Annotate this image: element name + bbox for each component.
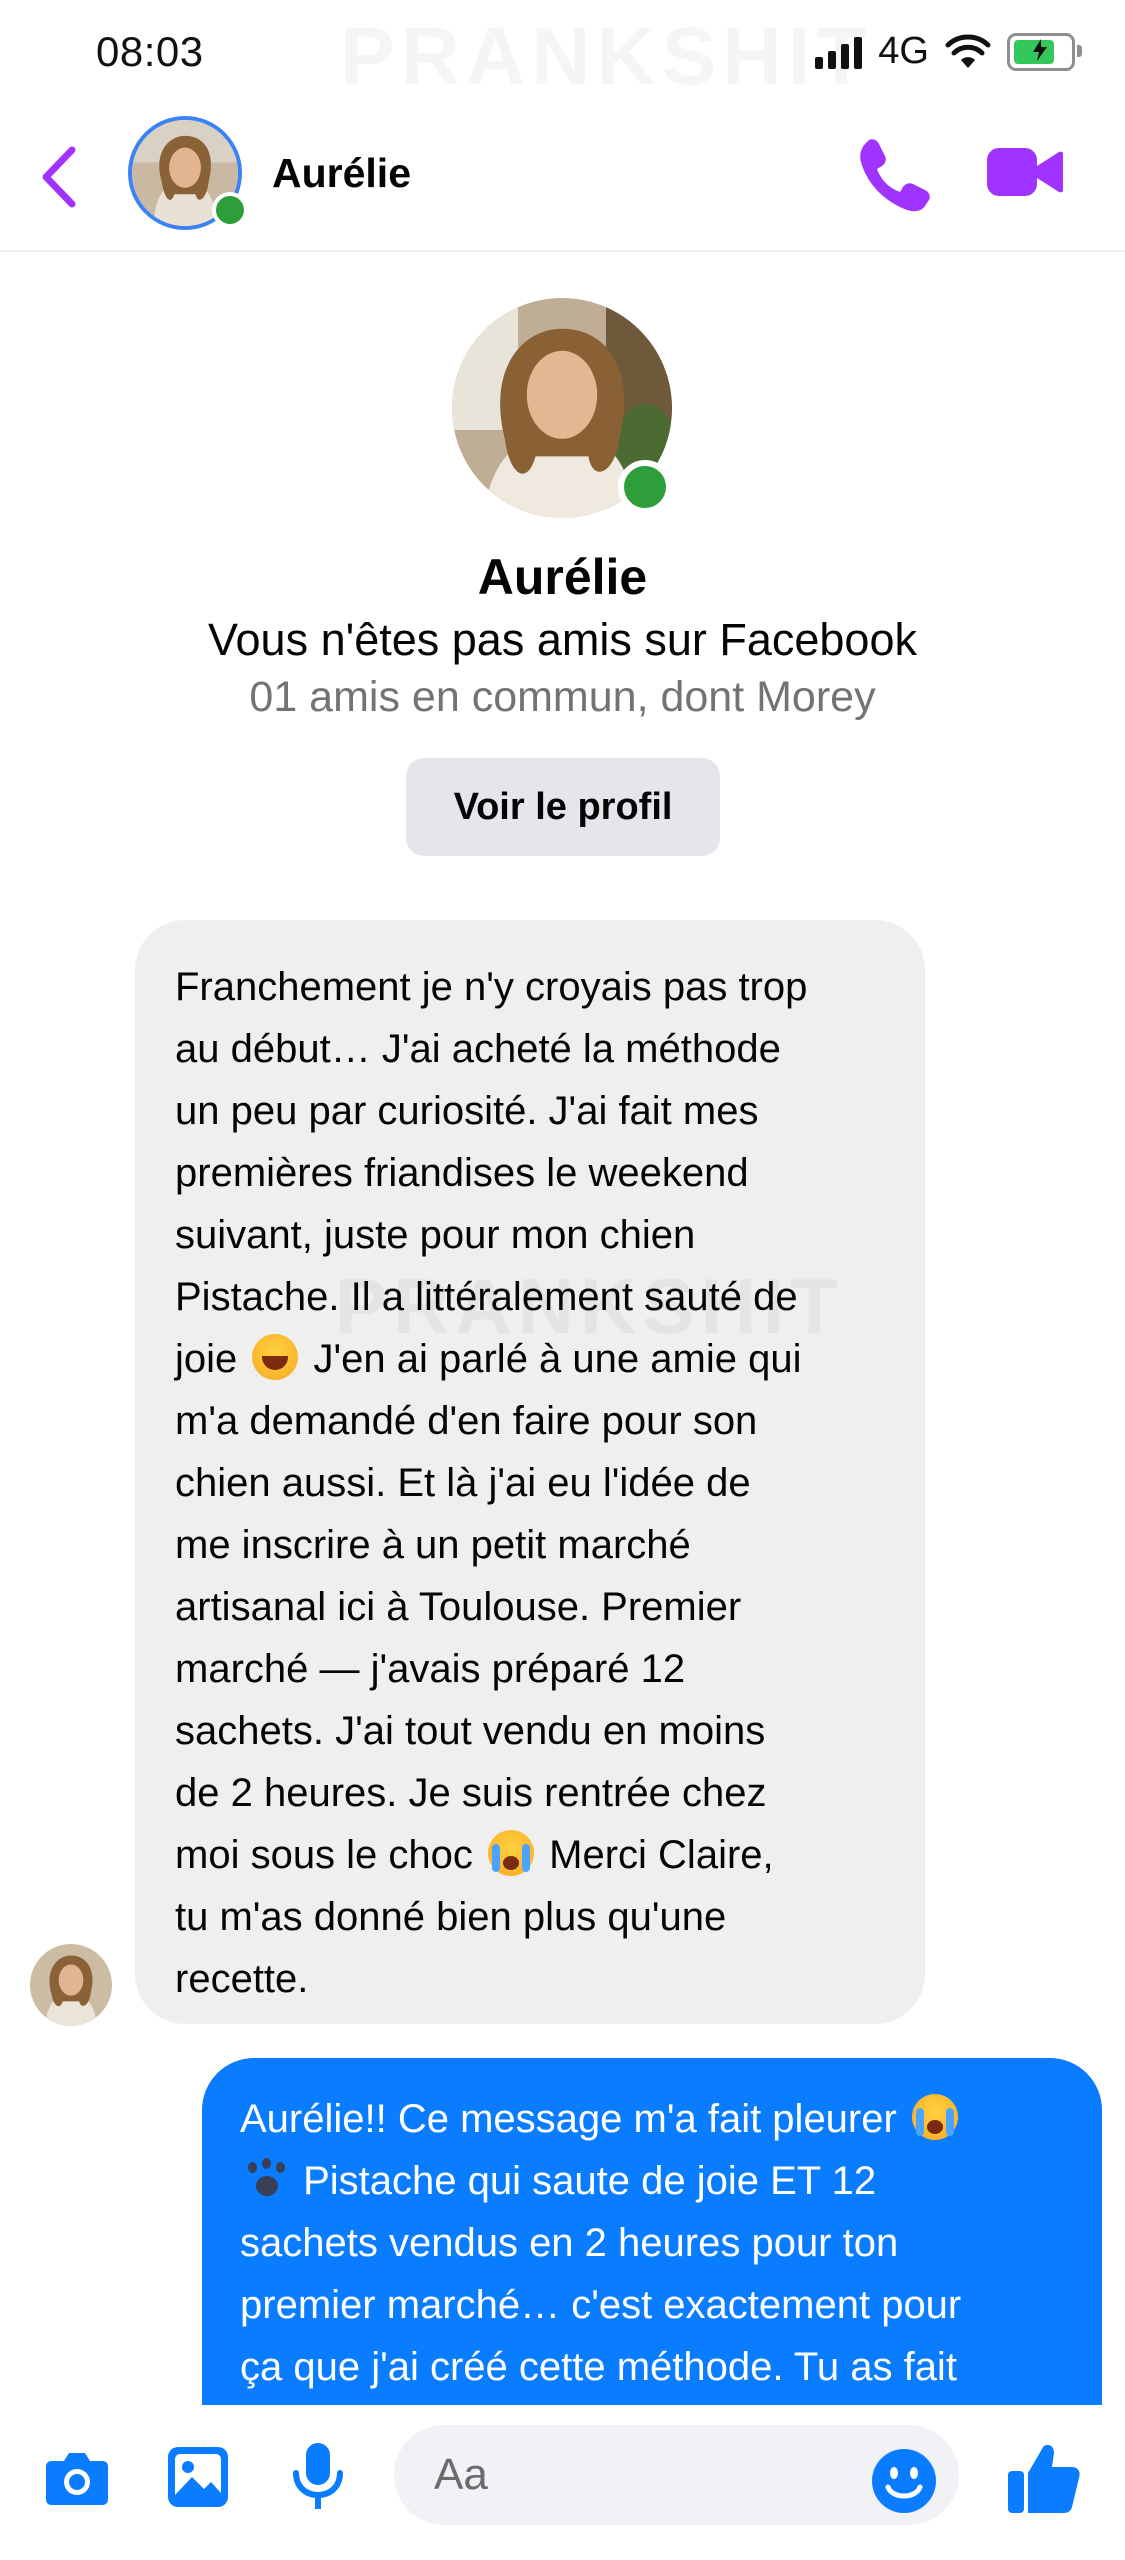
- message-line: me inscrire à un petit marché: [175, 1523, 691, 1567]
- image-icon[interactable]: [166, 2445, 230, 2509]
- status-time: 08:03: [96, 28, 204, 75]
- message-line: Aurélie!! Ce message m'a fait pleurer: [240, 2088, 1062, 2150]
- status-bar: 08:03 PRANKSHIT 4G: [0, 0, 1125, 110]
- message-text: moi sous le choc: [175, 1833, 473, 1877]
- thumbs-up-icon[interactable]: [1006, 2439, 1082, 2517]
- message-line: un peu par curiosité. J'ai fait mes: [175, 1089, 759, 1133]
- emoji-icon[interactable]: [870, 2447, 938, 2515]
- message-line: artisanal ici à Toulouse. Premier: [175, 1585, 742, 1629]
- watermark: PRANKSHIT: [340, 10, 872, 104]
- crying-emoji-icon: [488, 1830, 535, 1876]
- view-profile-button[interactable]: Voir le profil: [406, 758, 720, 856]
- video-camera-icon[interactable]: [985, 140, 1063, 204]
- network-type: 4G: [878, 30, 929, 72]
- message-line: tu m'as donné bien plus qu'une: [175, 1895, 727, 1939]
- laughing-emoji-icon: [252, 1334, 299, 1380]
- mutual-friends: 01 amis en commun, dont Morey: [249, 673, 876, 721]
- message-line: marché — j'avais préparé 12: [175, 1647, 686, 1691]
- contact-name[interactable]: Aurélie: [272, 150, 411, 197]
- message-line: joie J'en ai parlé à une amie qui: [175, 1328, 885, 1390]
- phone-icon[interactable]: [855, 134, 931, 214]
- profile-name: Aurélie: [477, 549, 648, 605]
- message-line: au début… J'ai acheté la méthode: [175, 1027, 781, 1071]
- status-indicators: 4G: [815, 30, 1082, 73]
- message-line: m'a demandé d'en faire pour son: [175, 1399, 758, 1443]
- message-line: Pistache. Il a littéralement sauté de: [175, 1275, 798, 1319]
- message-line: de 2 heures. Je suis rentrée chez: [175, 1771, 767, 1815]
- message-line: chien aussi. Et là j'ai eu l'idée de: [175, 1461, 751, 1505]
- message-text: joie: [175, 1337, 238, 1381]
- camera-icon[interactable]: [44, 2449, 110, 2507]
- online-status-dot: [212, 192, 248, 228]
- message-line: moi sous le choc Merci Claire,: [175, 1824, 885, 1886]
- message-text: J'en ai parlé à une amie qui: [302, 1337, 802, 1381]
- microphone-icon[interactable]: [290, 2441, 346, 2513]
- message-line: recette.: [175, 1957, 309, 2001]
- message-composer: [0, 2405, 1125, 2560]
- message-line: sachets. J'ai tout vendu en moins: [175, 1709, 766, 1753]
- paw-prints-emoji-icon: [244, 2158, 288, 2202]
- outgoing-message-bubble[interactable]: Aurélie!! Ce message m'a fait pleurer Pi…: [202, 2058, 1102, 2418]
- message-line: Pistache qui saute de joie ET 12: [240, 2150, 1062, 2212]
- message-line: suivant, juste pour mon chien: [175, 1213, 696, 1257]
- signal-icon: [815, 35, 863, 69]
- message-line: premier marché… c'est exactement pour: [240, 2283, 962, 2327]
- crying-emoji-icon: [911, 2094, 958, 2140]
- friendship-status: Vous n'êtes pas amis sur Facebook: [208, 614, 917, 665]
- message-line: premières friandises le weekend: [175, 1151, 749, 1195]
- message-text: Merci Claire,: [538, 1833, 774, 1877]
- message-line: sachets vendus en 2 heures pour ton: [240, 2221, 899, 2265]
- wifi-icon: [945, 34, 991, 68]
- chat-header: Aurélie: [0, 110, 1125, 252]
- online-status-dot: [618, 460, 672, 514]
- battery-icon: [1007, 32, 1082, 71]
- incoming-message-bubble[interactable]: Franchement je n'y croyais pas trop au d…: [135, 920, 925, 2024]
- back-chevron-icon[interactable]: [30, 142, 90, 212]
- message-line: ça que j'ai créé cette méthode. Tu as fa…: [240, 2345, 957, 2389]
- sender-avatar[interactable]: [30, 1944, 112, 2026]
- message-text: Aurélie!! Ce message m'a fait pleurer: [240, 2097, 897, 2141]
- message-text: Pistache qui saute de joie ET 12: [292, 2159, 877, 2203]
- message-line: Franchement je n'y croyais pas trop: [175, 965, 808, 1009]
